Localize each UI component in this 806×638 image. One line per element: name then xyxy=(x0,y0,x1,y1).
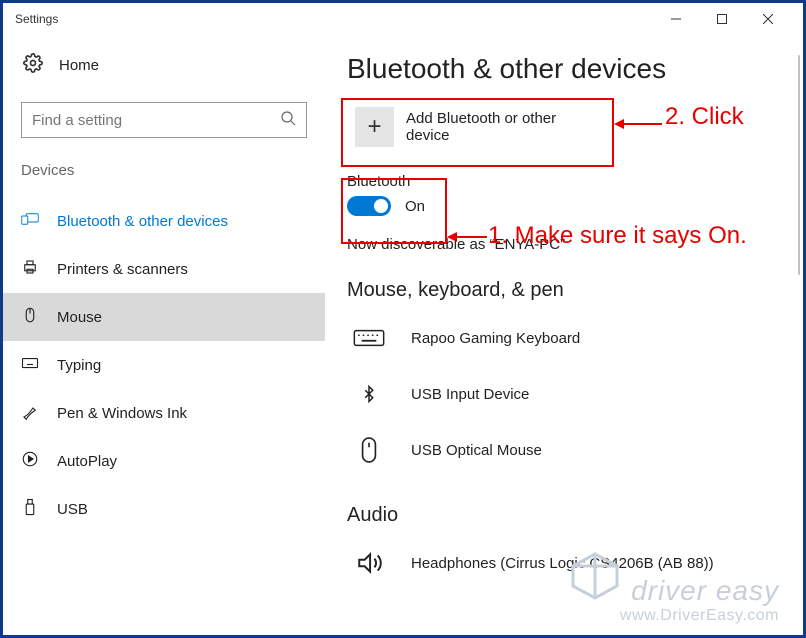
nav-item-typing[interactable]: Typing xyxy=(3,341,325,389)
section-audio-heading: Audio xyxy=(347,504,781,527)
page-title: Bluetooth & other devices xyxy=(347,53,781,85)
bluetooth-icon xyxy=(351,380,387,408)
nav-label: USB xyxy=(57,501,88,518)
device-item[interactable]: Rapoo Gaming Keyboard xyxy=(347,310,781,366)
gear-icon xyxy=(23,53,43,78)
bluetooth-toggle[interactable] xyxy=(347,196,391,216)
home-button[interactable]: Home xyxy=(3,35,325,96)
window-title: Settings xyxy=(15,12,58,26)
pen-icon xyxy=(21,402,39,424)
nav-item-usb[interactable]: USB xyxy=(3,485,325,533)
maximize-button[interactable] xyxy=(699,3,745,35)
plus-icon: + xyxy=(355,107,394,147)
search-input[interactable] xyxy=(32,112,274,129)
nav-item-pen[interactable]: Pen & Windows Ink xyxy=(3,389,325,437)
window-controls xyxy=(653,3,791,35)
home-label: Home xyxy=(59,57,99,74)
nav-label: Printers & scanners xyxy=(57,261,188,278)
device-list-input: Rapoo Gaming Keyboard USB Input Device U… xyxy=(347,310,781,478)
device-label: USB Optical Mouse xyxy=(411,442,542,459)
scrollbar[interactable] xyxy=(798,55,800,275)
nav-label: AutoPlay xyxy=(57,453,117,470)
nav-list: Bluetooth & other devices Printers & sca… xyxy=(3,197,325,533)
speaker-icon xyxy=(351,549,387,577)
nav-label: Typing xyxy=(57,357,101,374)
device-item[interactable]: USB Input Device xyxy=(347,366,781,422)
device-item[interactable]: USB Optical Mouse xyxy=(347,422,781,478)
autoplay-icon xyxy=(21,450,39,472)
close-button[interactable] xyxy=(745,3,791,35)
titlebar: Settings xyxy=(3,3,803,35)
minimize-button[interactable] xyxy=(653,3,699,35)
section-mouse-heading: Mouse, keyboard, & pen xyxy=(347,279,781,302)
main-content: Bluetooth & other devices + Add Bluetoot… xyxy=(325,35,803,635)
nav-item-mouse[interactable]: Mouse xyxy=(3,293,325,341)
mouse-icon xyxy=(21,306,39,328)
add-device-button[interactable]: + Add Bluetooth or other device xyxy=(347,99,607,155)
discoverable-text: Now discoverable as “ENYA-PC” xyxy=(347,236,781,253)
section-header: Devices xyxy=(3,162,325,197)
device-label: Rapoo Gaming Keyboard xyxy=(411,330,580,347)
device-list-audio: Headphones (Cirrus Logic CS4206B (AB 88)… xyxy=(347,535,781,591)
bluetooth-devices-icon xyxy=(21,210,39,232)
nav-item-bluetooth[interactable]: Bluetooth & other devices xyxy=(3,197,325,245)
keyboard-icon xyxy=(21,354,39,376)
printer-icon xyxy=(21,258,39,280)
usb-icon xyxy=(21,498,39,520)
sidebar: Home Devices Bluetooth & other devices P… xyxy=(3,35,325,635)
toggle-knob xyxy=(374,199,388,213)
nav-label: Bluetooth & other devices xyxy=(57,213,228,230)
nav-item-printers[interactable]: Printers & scanners xyxy=(3,245,325,293)
device-label: USB Input Device xyxy=(411,386,529,403)
device-item[interactable]: Headphones (Cirrus Logic CS4206B (AB 88)… xyxy=(347,535,781,591)
bluetooth-section: Bluetooth On xyxy=(347,173,781,216)
search-icon xyxy=(280,110,296,131)
add-device-label: Add Bluetooth or other device xyxy=(406,110,599,144)
device-label: Headphones (Cirrus Logic CS4206B (AB 88)… xyxy=(411,555,714,572)
nav-label: Pen & Windows Ink xyxy=(57,405,187,422)
search-input-wrapper[interactable] xyxy=(21,102,307,138)
keyboard-icon xyxy=(351,324,387,352)
bluetooth-state: On xyxy=(405,198,425,215)
mouse-icon xyxy=(351,436,387,464)
nav-label: Mouse xyxy=(57,309,102,326)
nav-item-autoplay[interactable]: AutoPlay xyxy=(3,437,325,485)
bluetooth-label: Bluetooth xyxy=(347,173,781,190)
